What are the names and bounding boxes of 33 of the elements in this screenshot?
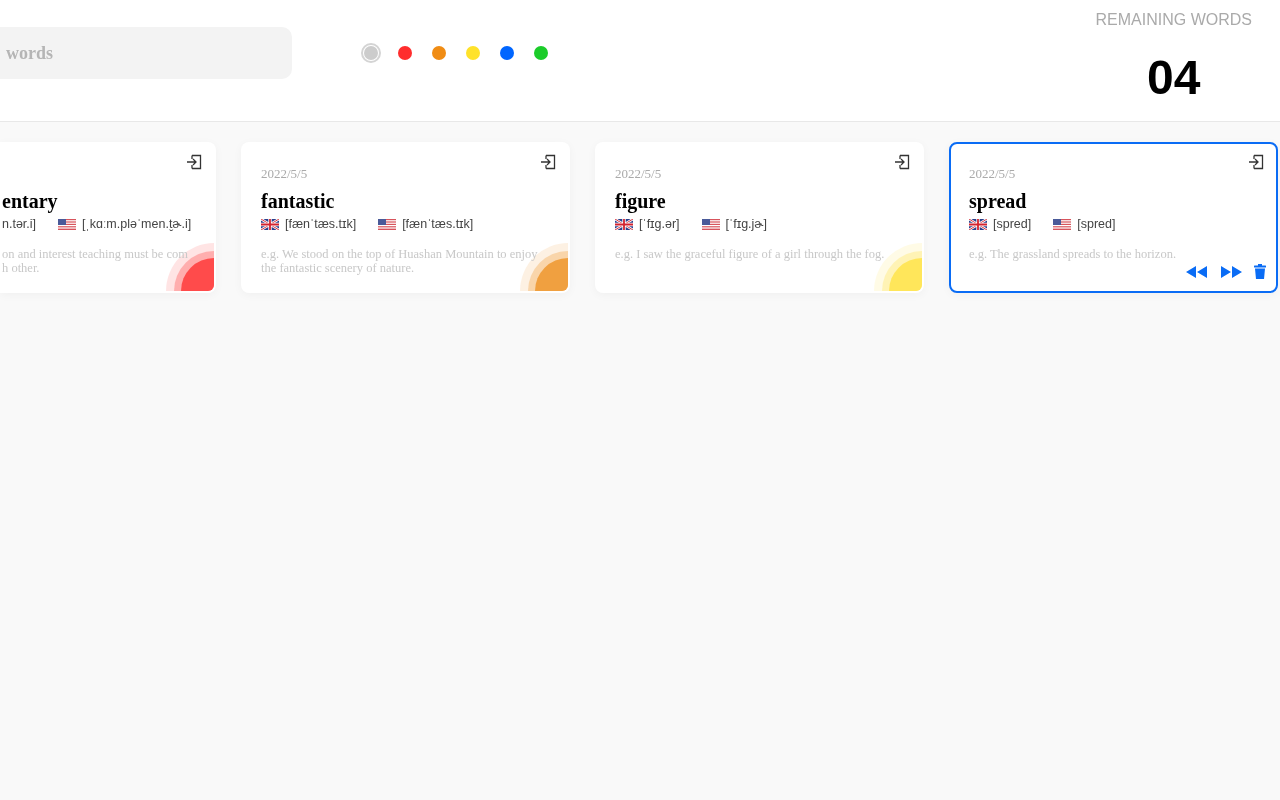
enter-icon[interactable]: [1248, 154, 1264, 170]
pronunciation: n.tər.i]: [2, 216, 37, 233]
pronunciation: [fænˈtæs.tɪk]: [285, 216, 357, 233]
word-title: spread: [969, 190, 1027, 212]
card-date: 2022/5/5: [615, 166, 662, 181]
uk-flag-icon: [615, 218, 633, 230]
pronunciation: [ˌkɑːm.pləˈmen.t̬ɚ.i]: [82, 216, 192, 233]
pronunciation: [spred]: [1077, 216, 1116, 233]
enter-icon[interactable]: [540, 154, 556, 170]
uk-flag-icon: [969, 218, 987, 230]
color-filter[interactable]: [361, 43, 381, 63]
word-title: fantastic: [261, 190, 335, 212]
rewind-button[interactable]: [1186, 265, 1208, 278]
us-flag-icon: [58, 218, 77, 230]
us-flag-icon: [378, 218, 397, 230]
remaining-count: 04: [1146, 54, 1202, 102]
uk-flag-icon: [261, 218, 279, 230]
card-date: 2022/5/5: [969, 166, 1016, 181]
search-field[interactable]: words: [0, 27, 292, 79]
word-title: figure: [615, 190, 666, 212]
pronunciation: [fænˈtæs.tɪk]: [402, 216, 474, 233]
word-title: entary: [2, 190, 58, 212]
enter-icon[interactable]: [894, 154, 910, 170]
remaining-label: REMAINING WORDS: [1095, 10, 1252, 30]
enter-icon[interactable]: [186, 154, 202, 170]
card-date: 2022/5/5: [261, 166, 308, 181]
pronunciation: [ˈfɪɡ.ər]: [639, 216, 680, 233]
pronunciation: [ˈfɪɡ.jɚ]: [725, 216, 768, 233]
delete-button[interactable]: [1254, 264, 1266, 279]
pronunciation: [spred]: [993, 216, 1032, 233]
fast-forward-button[interactable]: [1220, 265, 1242, 278]
us-flag-icon: [1053, 218, 1072, 230]
us-flag-icon: [701, 218, 720, 230]
